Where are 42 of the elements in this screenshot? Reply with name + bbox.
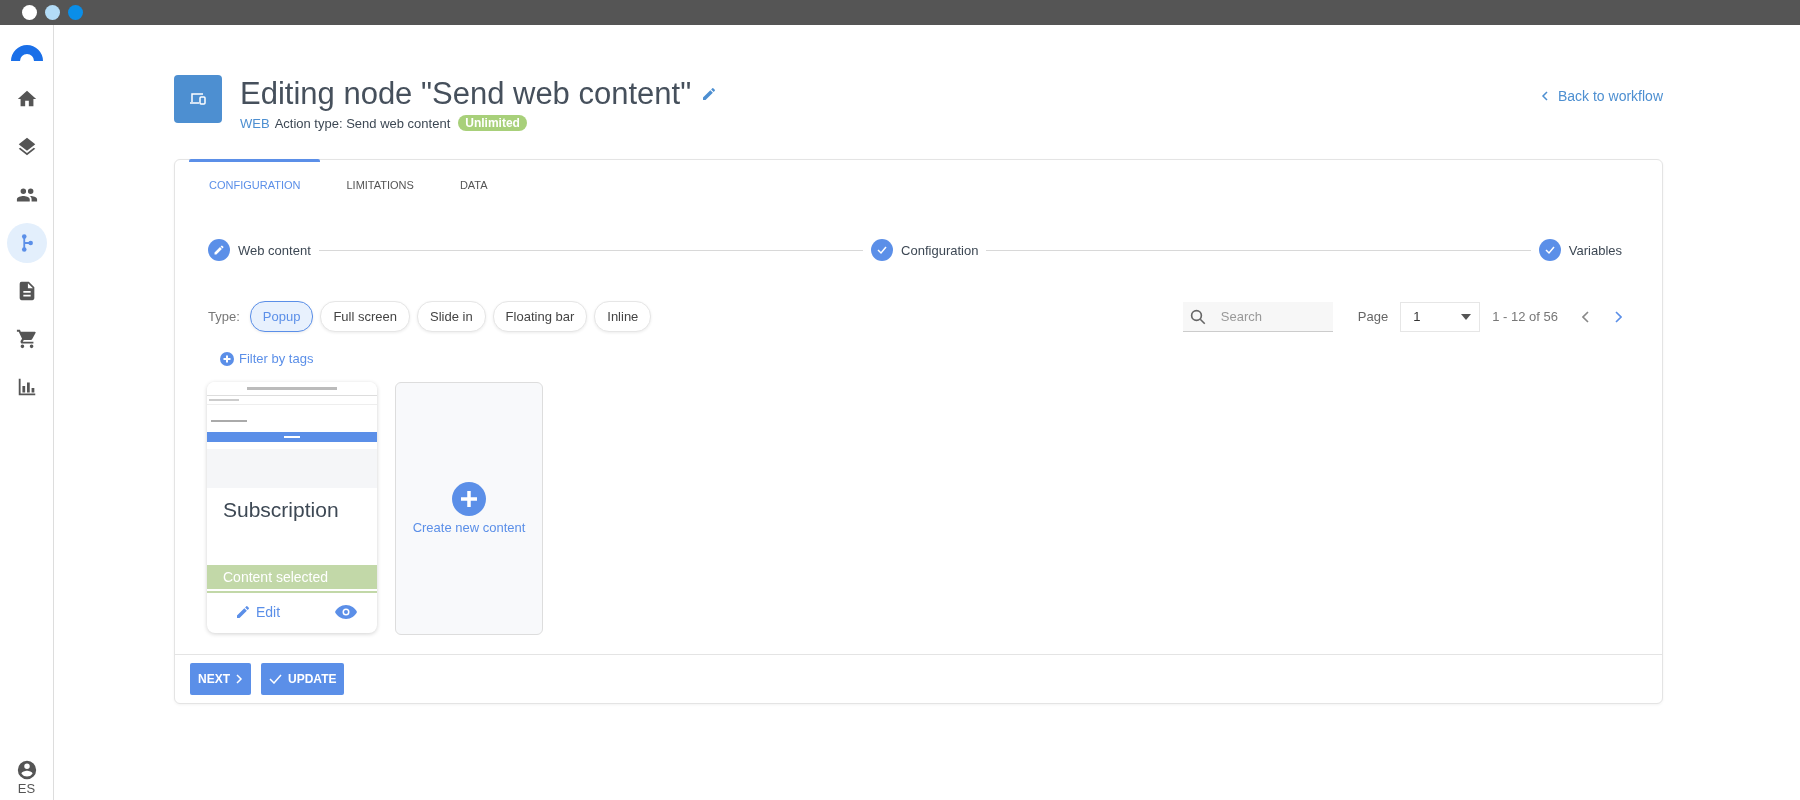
- user-avatar-icon[interactable]: [15, 759, 38, 781]
- action-type: Action type: Send web content: [274, 115, 451, 131]
- window-dot[interactable]: [45, 5, 60, 20]
- cart-icon: [15, 328, 38, 350]
- chevron-left-icon: [1540, 91, 1548, 101]
- tab[interactable]: DATA: [439, 159, 508, 208]
- type-chip[interactable]: Slide in: [416, 301, 486, 332]
- type-chip[interactable]: Full screen: [320, 301, 410, 332]
- dropdown-caret-icon: [1461, 313, 1472, 320]
- logo-icon[interactable]: [10, 45, 43, 61]
- limit-badge: Unlimited: [458, 115, 527, 131]
- edit-icon[interactable]: [701, 86, 718, 102]
- chevron-right-icon: [236, 673, 243, 684]
- step-label: Configuration: [901, 242, 979, 258]
- user-initials: ES: [17, 781, 36, 796]
- content-title: Subscription: [222, 496, 340, 523]
- selected-banner: Content selected: [207, 564, 377, 591]
- type-chip[interactable]: Floating bar: [492, 301, 588, 332]
- channel-label: WEB: [240, 115, 270, 131]
- page-label: Page: [1357, 309, 1389, 324]
- step-label: Variables: [1568, 242, 1622, 258]
- page-select[interactable]: 1: [1400, 301, 1481, 332]
- plus-circle-icon: [220, 351, 234, 366]
- nav-item[interactable]: [6, 223, 47, 263]
- back-link[interactable]: Back to workflow: [1540, 88, 1663, 104]
- content-card[interactable]: Subscription Content selected Edit: [207, 381, 377, 633]
- type-chip[interactable]: Inline: [594, 301, 652, 332]
- check-icon: [269, 673, 282, 684]
- tab[interactable]: LIMITATIONS: [326, 159, 434, 208]
- create-content-label: Create new content: [412, 519, 526, 535]
- next-page-icon[interactable]: [1614, 310, 1622, 323]
- type-label: Type:: [208, 309, 240, 324]
- preview-eye-icon[interactable]: [335, 604, 357, 619]
- search-field[interactable]: Search: [1182, 301, 1333, 332]
- page-title: Editing node "Send web content": [240, 75, 692, 113]
- step-label: Web content: [238, 242, 311, 258]
- page-range: 1 - 12 of 56: [1492, 309, 1558, 324]
- window-dot[interactable]: [22, 5, 37, 20]
- plus-circle-icon: [452, 481, 486, 516]
- window-dot[interactable]: [68, 5, 83, 20]
- web-node-icon: [174, 75, 222, 123]
- pencil-icon: [235, 603, 251, 620]
